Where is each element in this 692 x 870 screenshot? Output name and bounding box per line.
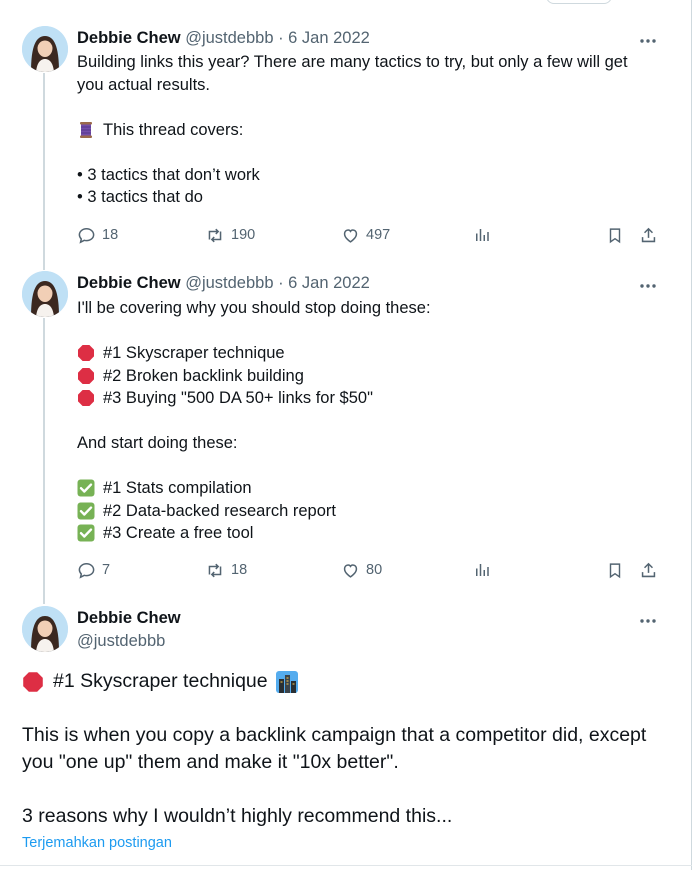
author-name[interactable]: Debbie Chew bbox=[77, 607, 181, 629]
text-line: I'll be covering why you should stop doi… bbox=[77, 299, 431, 317]
analytics-icon bbox=[476, 564, 489, 576]
top-pill-button[interactable] bbox=[546, 0, 612, 4]
share-icon bbox=[641, 562, 656, 577]
avatar[interactable] bbox=[22, 271, 68, 317]
author-meta[interactable]: @justdebbb · 6 Jan 2022 bbox=[185, 274, 370, 292]
avatar[interactable] bbox=[22, 606, 68, 652]
more-options-icon[interactable] bbox=[638, 33, 658, 43]
stop-sign-icon bbox=[77, 367, 95, 385]
text-line: 3 reasons why I wouldn’t highly recommen… bbox=[22, 805, 453, 827]
views-button[interactable] bbox=[473, 558, 491, 582]
check-mark-icon bbox=[77, 502, 95, 520]
like-button[interactable]: 497 bbox=[341, 223, 390, 247]
bookmark-icon bbox=[609, 227, 621, 243]
stop-sign-icon bbox=[22, 671, 44, 693]
heart-icon bbox=[343, 563, 358, 578]
analytics-icon bbox=[476, 229, 489, 241]
text-line: #2 Data-backed research report bbox=[77, 500, 667, 523]
text-line: #3 Create a free tool bbox=[77, 522, 667, 545]
tweet-text: Building links this year? There are many… bbox=[77, 51, 667, 209]
bookmark-button[interactable] bbox=[606, 223, 624, 247]
bookmark-icon bbox=[609, 562, 621, 578]
reply-button[interactable]: 7 bbox=[77, 558, 110, 582]
tweet-actions: 7 18 80 bbox=[77, 558, 667, 582]
text-line: Building links this year? There are many… bbox=[77, 53, 628, 71]
thread-spool-icon bbox=[77, 121, 95, 139]
more-options-icon[interactable] bbox=[638, 278, 658, 288]
check-mark-icon bbox=[77, 479, 95, 497]
tweet-header: Debbie Chew @justdebbb · 6 Jan 2022 bbox=[77, 27, 370, 49]
heart-icon bbox=[343, 228, 358, 243]
share-icon bbox=[641, 227, 656, 242]
stop-sign-icon bbox=[77, 344, 95, 362]
reply-button[interactable]: 18 bbox=[77, 223, 118, 247]
author-handle[interactable]: @justdebbb bbox=[77, 630, 165, 652]
share-button[interactable] bbox=[639, 558, 658, 582]
tweet-header: Debbie Chew @justdebbb · 6 Jan 2022 bbox=[77, 272, 370, 294]
repost-icon bbox=[208, 228, 222, 242]
repost-button[interactable]: 190 bbox=[205, 223, 255, 247]
avatar[interactable] bbox=[22, 26, 68, 72]
thread-connector bbox=[43, 73, 45, 270]
text-line: you actual results. bbox=[77, 75, 210, 94]
more-options-icon[interactable] bbox=[638, 613, 658, 623]
like-button[interactable]: 80 bbox=[341, 558, 382, 582]
text-line: And start doing these: bbox=[77, 434, 238, 452]
translate-post-link[interactable]: Terjemahkan postingan bbox=[22, 833, 172, 853]
text-line: • 3 tactics that do bbox=[77, 188, 203, 206]
check-mark-icon bbox=[77, 524, 95, 542]
text-line: #1 Skyscraper technique bbox=[22, 668, 672, 695]
author-meta[interactable]: @justdebbb · 6 Jan 2022 bbox=[185, 29, 370, 47]
tweet-actions: 18 190 497 bbox=[77, 223, 667, 247]
text-line: #1 Skyscraper technique bbox=[77, 342, 667, 365]
repost-button[interactable]: 18 bbox=[205, 558, 247, 582]
tweet-text: #1 Skyscraper technique This is when you… bbox=[22, 668, 672, 830]
reply-icon bbox=[78, 227, 95, 244]
bookmark-button[interactable] bbox=[606, 558, 624, 582]
text-line: #1 Stats compilation bbox=[77, 477, 667, 500]
text-line: This is when you copy a backlink campaig… bbox=[22, 724, 647, 746]
stop-sign-icon bbox=[77, 389, 95, 407]
author-name[interactable]: Debbie Chew bbox=[77, 274, 181, 292]
tweet-text: I'll be covering why you should stop doi… bbox=[77, 297, 667, 545]
text-line: • 3 tactics that don’t work bbox=[77, 165, 260, 184]
reply-icon bbox=[78, 562, 95, 579]
cityscape-icon bbox=[275, 670, 298, 693]
text-line: you "one up" them and make it "10x bette… bbox=[22, 751, 399, 773]
views-button[interactable] bbox=[473, 223, 491, 247]
share-button[interactable] bbox=[639, 223, 658, 247]
thread-connector bbox=[43, 318, 45, 604]
repost-icon bbox=[208, 563, 222, 577]
author-name[interactable]: Debbie Chew bbox=[77, 29, 181, 47]
divider bbox=[0, 865, 692, 866]
tweet-thread: Debbie Chew @justdebbb · 6 Jan 2022 Buil… bbox=[0, 0, 692, 870]
text-line: #3 Buying "500 DA 50+ links for $50" bbox=[77, 387, 667, 410]
text-line: This thread covers: bbox=[77, 119, 667, 142]
text-line: #2 Broken backlink building bbox=[77, 365, 667, 388]
